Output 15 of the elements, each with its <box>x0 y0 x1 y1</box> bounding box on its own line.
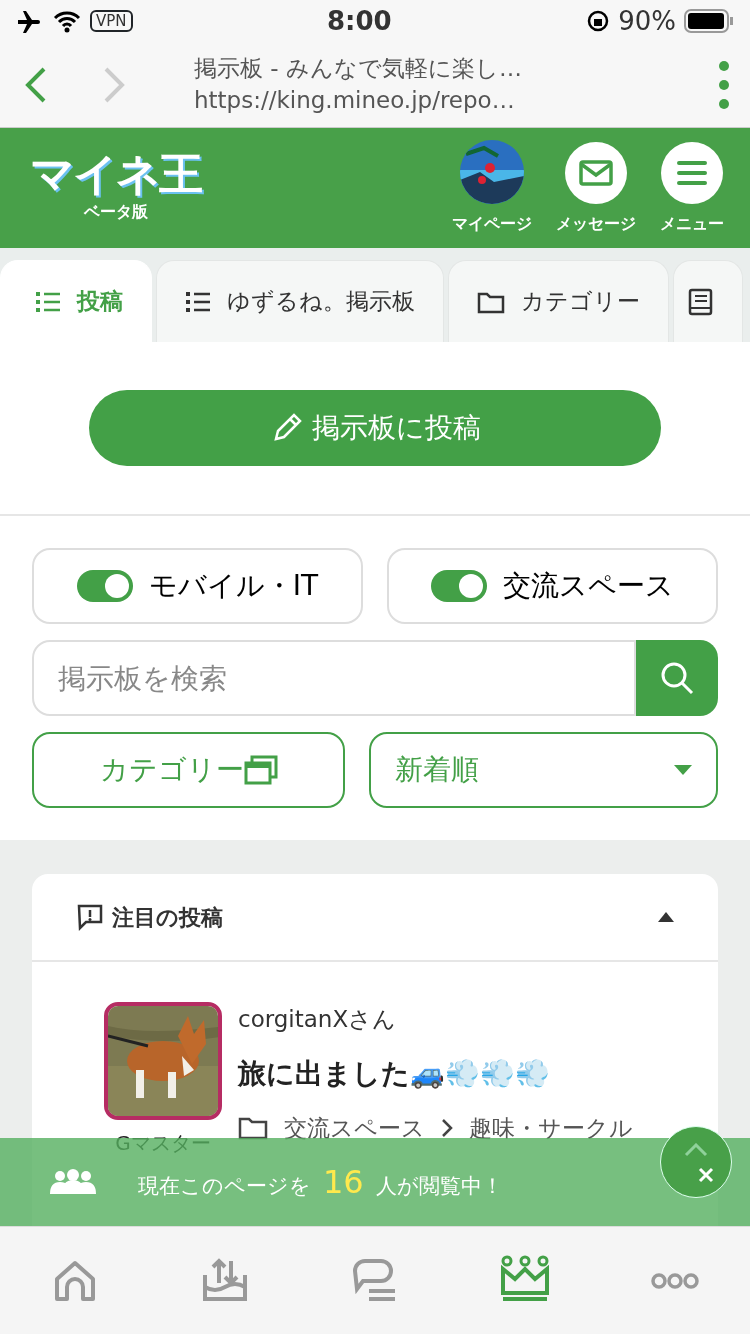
clock-time: 8:00 <box>327 4 392 38</box>
user-name[interactable]: corgitanXさん <box>238 1002 638 1037</box>
search-field[interactable]: 掲示板を検索 <box>32 640 637 716</box>
logo-subtitle: ベータ版 <box>83 201 148 223</box>
battery-percent: 90% <box>618 4 676 38</box>
post-title[interactable]: 旅に出ました🚙💨💨💨 <box>238 1052 638 1095</box>
filter-toggle[interactable]: 交流スペース <box>387 548 718 624</box>
page-url: https://king.mineo.jp/repo… <box>194 85 516 115</box>
filter-toggle[interactable]: モバイル・IT <box>32 548 363 624</box>
section-title: 注目の投稿 <box>112 903 223 932</box>
viewer-count-text: 現在このページを 16 人が閲覧中！ <box>138 1162 503 1203</box>
vpn-badge: VPN <box>90 10 133 32</box>
page-title: 掲示板 - みんなで気軽に楽し… <box>194 54 523 84</box>
tab[interactable]: ゆずるね。掲示板 <box>156 260 444 342</box>
tab[interactable]: カテゴリー <box>448 260 669 342</box>
